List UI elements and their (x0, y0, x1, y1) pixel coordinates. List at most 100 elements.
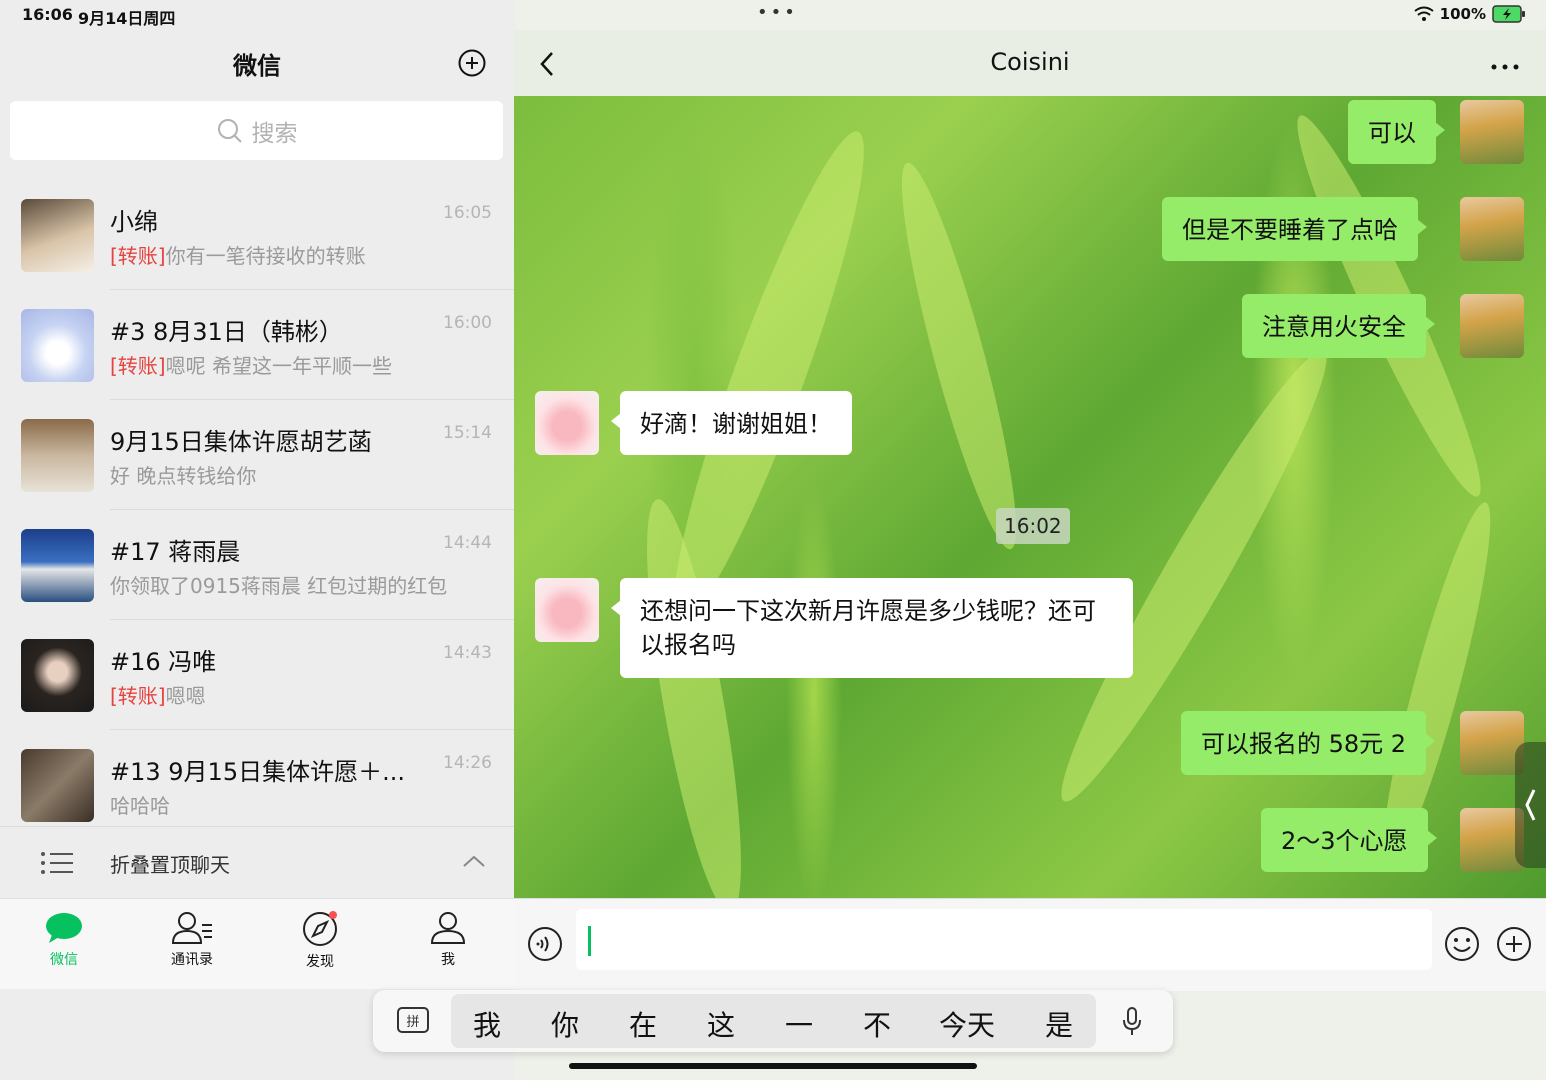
emoji-icon (1445, 927, 1479, 961)
avatar (21, 639, 94, 712)
search-placeholder: 搜索 (251, 120, 298, 147)
voice-icon (528, 927, 562, 961)
status-indicators: 100% (1414, 5, 1526, 23)
chat-name: #16 冯唯 (110, 648, 217, 676)
add-circle-button[interactable] (458, 49, 486, 77)
plus-circle-icon (458, 49, 486, 77)
contacts-icon (171, 912, 212, 944)
tab-contacts[interactable]: 通讯录 (142, 911, 242, 969)
chat-list-item[interactable]: #3 8月31日（韩彬） 16:00 [转账]嗯呢 希望这一年平顺一些 (0, 290, 514, 400)
chat-preview: 你领取了0915蒋雨晨 红包过期的红包 (110, 570, 447, 599)
ime-switch-icon[interactable]: 拼 (397, 1007, 429, 1033)
chat-list-item[interactable]: #17 蒋雨晨 14:44 你领取了0915蒋雨晨 红包过期的红包 (0, 510, 514, 620)
tab-label: 我 (441, 952, 455, 968)
chat-list-item[interactable]: 小绵 16:05 [转账]你有一笔待接收的转账 (0, 180, 514, 290)
message-bubble-outgoing[interactable]: 2～3个心愿 (1261, 808, 1437, 872)
transfer-tag: [转账] (110, 244, 166, 268)
transfer-tag: [转账] (110, 354, 166, 378)
message-bubble-incoming[interactable]: 好滴！谢谢姐姐！ (611, 391, 852, 455)
svg-text:拼: 拼 (406, 1015, 419, 1030)
preview-text: 你领取了0915蒋雨晨 红包过期的红包 (110, 574, 448, 598)
candidate-word[interactable]: 在 (629, 1004, 657, 1044)
home-indicator[interactable] (569, 1063, 977, 1069)
message-bubble-outgoing[interactable]: 可以 (1348, 100, 1445, 164)
chat-name: #3 8月31日（韩彬） (110, 318, 343, 346)
message-bubble-outgoing[interactable]: 可以报名的 58元 2 (1181, 711, 1436, 775)
tab-chats[interactable]: 微信 (14, 911, 114, 969)
chat-name: 9月15日集体许愿胡艺菡 (110, 428, 372, 456)
message-input[interactable] (576, 909, 1432, 970)
person-icon (430, 912, 466, 944)
avatar (21, 199, 94, 272)
chat-list-item[interactable]: 9月15日集体许愿胡艺菡 15:14 好 晚点转钱给你 (0, 400, 514, 510)
keyboard-candidate-bar: 拼 我 你 在 这 一 不 今天 是 (373, 990, 1173, 1052)
candidate-list: 我 你 在 这 一 不 今天 是 (451, 994, 1096, 1048)
chat-preview: 好 晚点转钱给你 (110, 460, 256, 489)
tab-label: 通讯录 (171, 952, 213, 968)
tab-label: 微信 (50, 952, 78, 968)
chat-bubble-icon (46, 913, 82, 943)
chat-list-item[interactable]: #13 9月15日集体许愿＋... 14:26 哈哈哈 (0, 730, 514, 840)
avatar (21, 749, 94, 822)
chat-time: 14:26 (443, 753, 492, 773)
battery-percent: 100% (1439, 5, 1486, 23)
status-date: 9月14日周四 (78, 9, 176, 28)
candidate-word[interactable]: 是 (1045, 1004, 1073, 1044)
message-bubble-outgoing[interactable]: 但是不要睡着了点哈 (1162, 197, 1427, 261)
message-bubble-incoming[interactable]: 还想问一下这次新月许愿是多少钱呢？还可以报名吗 (611, 578, 1133, 678)
more-options-button[interactable] (1490, 50, 1520, 78)
message-bubble-outgoing[interactable]: 注意用火安全 (1242, 294, 1435, 358)
more-icon (1491, 64, 1519, 70)
bottom-tab-bar: 微信 通讯录 发现 我 (0, 898, 514, 989)
tab-discover[interactable]: 发现 (270, 911, 370, 971)
chat-time: 16:05 (443, 203, 492, 223)
contact-avatar[interactable] (535, 391, 599, 455)
chat-preview: [转账]你有一笔待接收的转账 (110, 240, 366, 269)
chat-time: 14:44 (443, 533, 492, 553)
preview-text: 嗯嗯 (165, 684, 206, 708)
chat-name: #13 9月15日集体许愿＋... (110, 758, 405, 786)
fold-pinned-chats-row[interactable]: 折叠置顶聊天 (0, 826, 514, 899)
status-time: 16:06 (22, 5, 73, 24)
microphone-icon[interactable] (1122, 1007, 1142, 1037)
more-actions-button[interactable] (1496, 926, 1532, 966)
candidate-word[interactable]: 这 (707, 1004, 735, 1044)
battery-icon (1492, 5, 1525, 23)
chat-preview: [转账]嗯嗯 (110, 680, 206, 709)
candidate-word[interactable]: 你 (551, 1004, 579, 1044)
chat-time: 16:00 (443, 313, 492, 333)
contact-avatar[interactable] (535, 578, 599, 642)
chevron-up-icon (463, 855, 485, 867)
preview-text: 嗯呢 希望这一年平顺一些 (165, 354, 392, 378)
preview-text: 你有一笔待接收的转账 (165, 244, 366, 268)
search-input[interactable]: 搜索 (10, 101, 503, 160)
chat-time: 15:14 (443, 423, 492, 443)
candidate-word[interactable]: 一 (785, 1004, 813, 1044)
plus-circle-icon (1497, 927, 1531, 961)
voice-toggle-button[interactable] (527, 926, 563, 966)
avatar (21, 529, 94, 602)
chat-preview: 哈哈哈 (110, 790, 170, 819)
tab-me[interactable]: 我 (398, 911, 498, 969)
multitask-dots[interactable]: ••• (757, 2, 798, 23)
chat-name: 小绵 (110, 208, 158, 236)
side-panel-handle[interactable] (1515, 742, 1546, 868)
my-avatar[interactable] (1460, 100, 1524, 164)
chat-preview: [转账]嗯呢 希望这一年平顺一些 (110, 350, 392, 379)
chat-list: 小绵 16:05 [转账]你有一笔待接收的转账 #3 8月31日（韩彬） 16:… (0, 180, 514, 840)
fold-label: 折叠置顶聊天 (110, 853, 230, 877)
search-icon (217, 118, 242, 143)
candidate-word[interactable]: 不 (863, 1004, 891, 1044)
avatar (21, 309, 94, 382)
my-avatar[interactable] (1460, 197, 1524, 261)
transfer-tag: [转账] (110, 684, 166, 708)
chat-list-item[interactable]: #16 冯唯 14:43 [转账]嗯嗯 (0, 620, 514, 730)
compass-icon (303, 911, 337, 946)
chat-title: Coisini (990, 48, 1070, 76)
candidate-word[interactable]: 我 (473, 1004, 501, 1044)
candidate-word[interactable]: 今天 (939, 1004, 995, 1044)
my-avatar[interactable] (1460, 294, 1524, 358)
emoji-button[interactable] (1444, 926, 1480, 966)
preview-text: 哈哈哈 (110, 794, 170, 818)
message-timestamp: 16:02 (996, 508, 1070, 544)
